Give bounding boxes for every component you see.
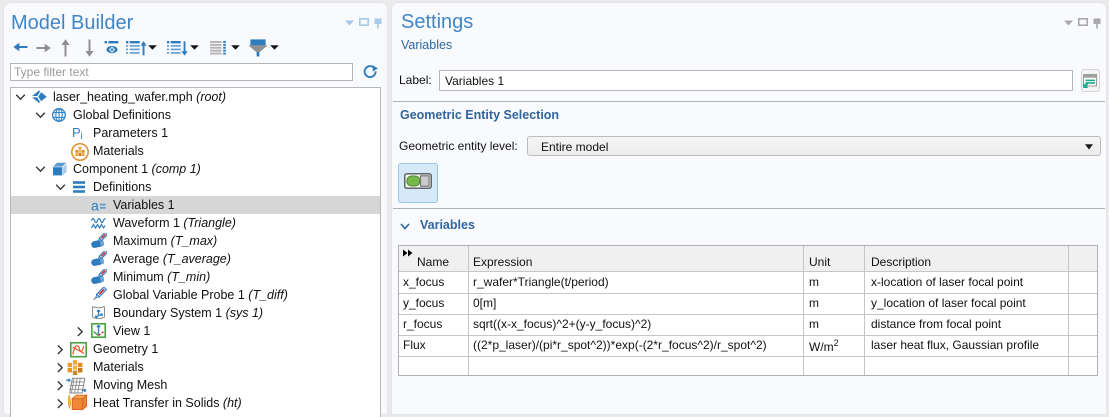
- svg-text:i: i: [81, 131, 83, 140]
- svg-text:P: P: [72, 126, 81, 140]
- svg-text:a: a: [91, 199, 99, 212]
